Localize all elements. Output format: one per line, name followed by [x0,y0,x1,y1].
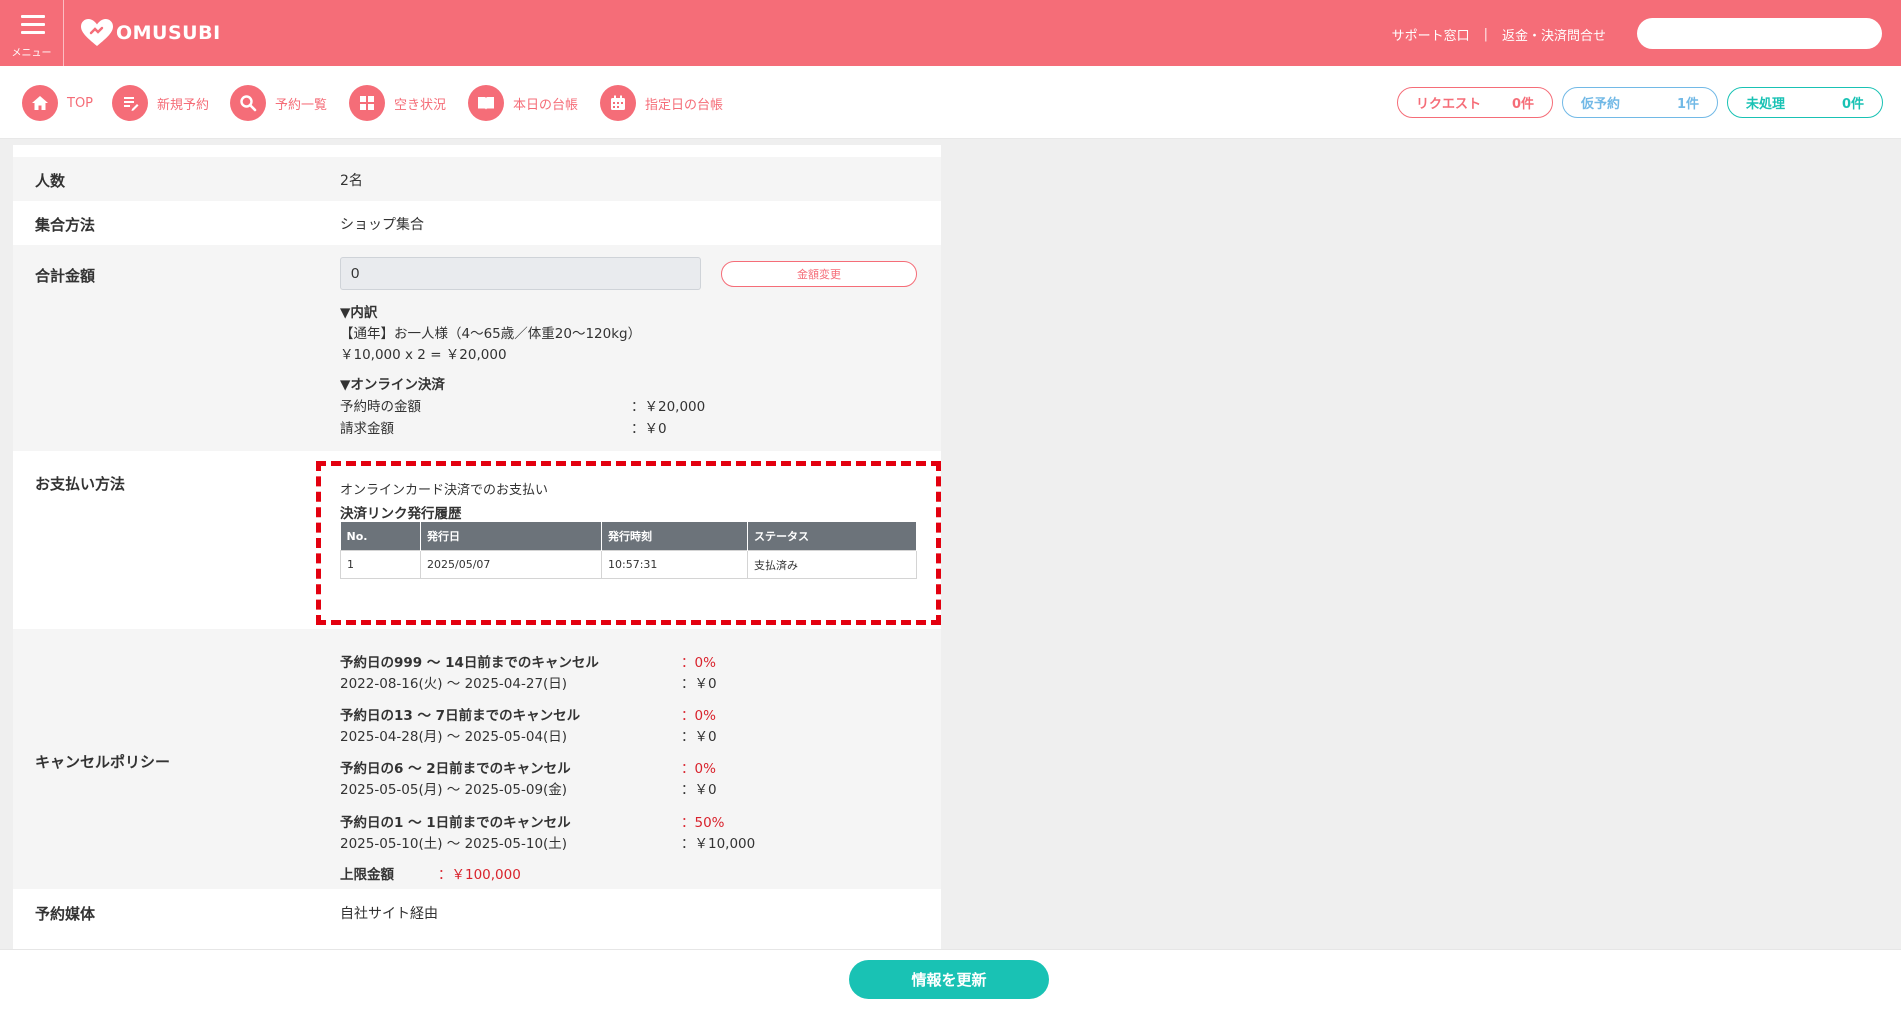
policy-period-1: 2022-08-16(火) 〜 2025-04-27(日) [340,676,568,692]
policy-amount-1: ：￥0 [681,676,717,692]
breakdown-item: 【通年】お一人様（4〜65歳／体重20〜120kg） [340,326,642,342]
meeting-value: ショップ集合 [340,217,424,233]
logo-text: OMUSUBI [116,22,221,44]
nav-label-today-ledger: 本日の台帳 [513,97,579,113]
request-count-button[interactable]: リクエスト 0件 [1397,87,1553,118]
calendar-icon [600,85,636,121]
people-value: 2名 [340,173,363,189]
nav-item-availability[interactable]: 空き状況 [349,85,446,121]
row-booking-media: 予約媒体 自社サイト経由 [13,889,941,937]
limit-amount-label: 上限金額 [340,867,394,883]
provisional-count: 1件 [1676,97,1699,112]
header-search-input[interactable] [1637,18,1882,49]
nav-label-top: TOP [67,95,94,111]
nav-item-top[interactable]: TOP [22,85,93,121]
grid-icon [349,85,385,121]
update-info-button[interactable]: 情報を更新 [849,960,1049,999]
policy-title-1: 予約日の999 〜 14日前までのキャンセル [340,655,599,671]
row-meeting: 集合方法 ショップ集合 [13,201,941,245]
policy-rate-2: ：0% [681,708,716,724]
menu-button[interactable]: メニュー [0,0,64,66]
highlight-dashed-box [316,461,941,625]
new-booking-icon [112,85,148,121]
provisional-label: 仮予約 [1581,97,1621,112]
logo[interactable]: OMUSUBI [80,18,221,48]
search-icon [230,85,266,121]
policy-title-3: 予約日の6 〜 2日前までのキャンセル [340,761,571,777]
unprocessed-count-button[interactable]: 未処理 0件 [1727,87,1883,118]
booking-form: 人数 2名 集合方法 ショップ集合 合計金額 金額変更 ▼内訳 【通年】お一人様… [13,145,941,949]
policy-amount-4: ：￥10,000 [681,836,756,852]
policy-rate-1: ：0% [681,655,716,671]
policy-period-2: 2025-04-28(月) 〜 2025-05-04(日) [340,729,568,745]
online-payment-heading: ▼オンライン決済 [340,377,445,393]
book-icon [468,85,504,121]
nav-item-today-ledger[interactable]: 本日の台帳 [468,85,578,121]
refund-link[interactable]: 返金・決済問合せ [1502,25,1606,44]
billing-amount-label: 請求金額 [340,421,394,437]
policy-title-4: 予約日の1 〜 1日前までのキャンセル [340,815,571,831]
row-people: 人数 2名 [13,157,941,201]
policy-title-2: 予約日の13 〜 7日前までのキャンセル [340,708,581,724]
payment-label: お支払い方法 [35,475,126,493]
nav-item-booking-list[interactable]: 予約一覧 [230,85,327,121]
nav-label-new-booking: 新規予約 [157,97,210,113]
header-separator: | [1483,27,1488,42]
breakdown-calc: ￥10,000 x 2 = ￥20,000 [340,347,507,363]
footer-bar: 情報を更新 [0,949,1901,1019]
provisional-count-button[interactable]: 仮予約 1件 [1562,87,1718,118]
reserve-amount-value: ：￥20,000 [631,399,706,415]
policy-amount-3: ：￥0 [681,782,717,798]
support-link[interactable]: サポート窓口 [1392,25,1470,44]
reserve-amount-label: 予約時の金額 [340,399,421,415]
unprocessed-label: 未処理 [1746,97,1786,112]
breakdown-heading: ▼内訳 [340,305,378,321]
nav-label-booking-list: 予約一覧 [275,97,328,113]
request-count: 0件 [1511,97,1534,112]
policy-rate-3: ：0% [681,761,716,777]
limit-amount-value: ：￥100,000 [438,867,521,883]
total-amount-input[interactable] [340,257,701,290]
total-label: 合計金額 [35,267,96,285]
policy-period-3: 2025-05-05(月) 〜 2025-05-09(金) [340,782,568,798]
meeting-label: 集合方法 [35,216,96,234]
people-label: 人数 [35,172,66,190]
nav-item-date-ledger[interactable]: 指定日の台帳 [600,85,723,121]
request-label: リクエスト [1416,97,1482,112]
main-nav: TOP 新規予約 予約一覧 空き状況 本日の台帳 指定日の台帳 リクエスト 0件 [0,66,1901,139]
billing-amount-value: ：￥0 [631,421,667,437]
header-links: サポート窓口 | 返金・決済問合せ [1392,25,1606,44]
policy-rate-4: ：50% [681,815,725,831]
row-total: 合計金額 金額変更 ▼内訳 【通年】お一人様（4〜65歳／体重20〜120kg）… [13,245,941,451]
unprocessed-count: 0件 [1841,97,1864,112]
heart-logo-icon [81,19,113,46]
policy-amount-2: ：￥0 [681,729,717,745]
home-icon [22,85,58,121]
policy-period-4: 2025-05-10(土) 〜 2025-05-10(土) [340,836,568,852]
cancel-policy-label: キャンセルポリシー [35,753,171,771]
menu-label: メニュー [11,48,52,59]
booking-media-label: 予約媒体 [35,905,96,923]
nav-label-date-ledger: 指定日の台帳 [645,97,724,113]
hamburger-icon [21,15,45,39]
change-amount-button[interactable]: 金額変更 [721,261,917,287]
booking-media-value: 自社サイト経由 [340,906,438,922]
nav-label-availability: 空き状況 [394,97,447,113]
top-header: メニュー OMUSUBI サポート窓口 | 返金・決済問合せ [0,0,1901,66]
nav-item-new-booking[interactable]: 新規予約 [112,85,209,121]
